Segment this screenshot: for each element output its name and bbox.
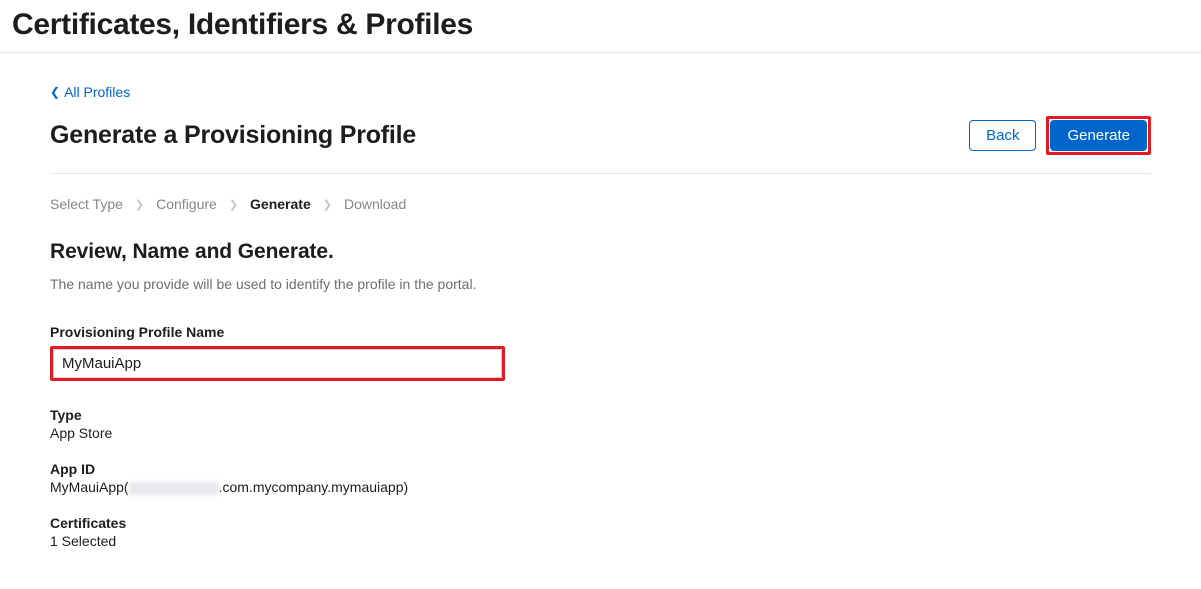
profile-name-highlight bbox=[50, 346, 505, 381]
breadcrumb: Select Type ❯ Configure ❯ Generate ❯ Dow… bbox=[50, 196, 1151, 212]
certificates-block: Certificates 1 Selected bbox=[50, 515, 1151, 549]
breadcrumb-step-select-type[interactable]: Select Type bbox=[50, 196, 123, 212]
breadcrumb-step-download[interactable]: Download bbox=[344, 196, 406, 212]
section-title: Review, Name and Generate. bbox=[50, 240, 1151, 264]
profile-name-label: Provisioning Profile Name bbox=[50, 324, 1151, 340]
type-value: App Store bbox=[50, 425, 1151, 441]
generate-highlight: Generate bbox=[1046, 116, 1151, 155]
chevron-right-icon: ❯ bbox=[323, 198, 332, 211]
chevron-right-icon: ❯ bbox=[229, 198, 238, 211]
type-block: Type App Store bbox=[50, 407, 1151, 441]
action-buttons: Back Generate bbox=[969, 116, 1151, 155]
type-label: Type bbox=[50, 407, 1151, 423]
back-button[interactable]: Back bbox=[969, 120, 1036, 151]
page-title-main: Certificates, Identifiers & Profiles bbox=[12, 8, 1189, 42]
chevron-right-icon: ❯ bbox=[135, 198, 144, 211]
certificates-label: Certificates bbox=[50, 515, 1151, 531]
page-header: Certificates, Identifiers & Profiles bbox=[0, 0, 1201, 53]
appid-value: MyMauiApp( .com.mycompany.mymauiapp) bbox=[50, 479, 1151, 495]
generate-button[interactable]: Generate bbox=[1050, 120, 1147, 151]
certificates-value: 1 Selected bbox=[50, 533, 1151, 549]
profile-name-input[interactable] bbox=[53, 349, 502, 378]
appid-suffix: .com.mycompany.mymauiapp) bbox=[219, 479, 409, 495]
appid-block: App ID MyMauiApp( .com.mycompany.mymauiap… bbox=[50, 461, 1151, 495]
appid-label: App ID bbox=[50, 461, 1151, 477]
page-subtitle: Generate a Provisioning Profile bbox=[50, 121, 416, 150]
all-profiles-link[interactable]: ❮ All Profiles bbox=[50, 84, 130, 100]
redacted-team-id bbox=[129, 482, 219, 495]
appid-prefix: MyMauiApp( bbox=[50, 479, 129, 495]
content-area: ❮ All Profiles Generate a Provisioning P… bbox=[0, 53, 1201, 589]
section-description: The name you provide will be used to ide… bbox=[50, 276, 1151, 292]
chevron-left-icon: ❮ bbox=[50, 85, 60, 99]
title-row: Generate a Provisioning Profile Back Gen… bbox=[50, 116, 1151, 174]
breadcrumb-step-configure[interactable]: Configure bbox=[156, 196, 217, 212]
back-link-label: All Profiles bbox=[64, 84, 130, 100]
breadcrumb-step-generate[interactable]: Generate bbox=[250, 196, 311, 212]
